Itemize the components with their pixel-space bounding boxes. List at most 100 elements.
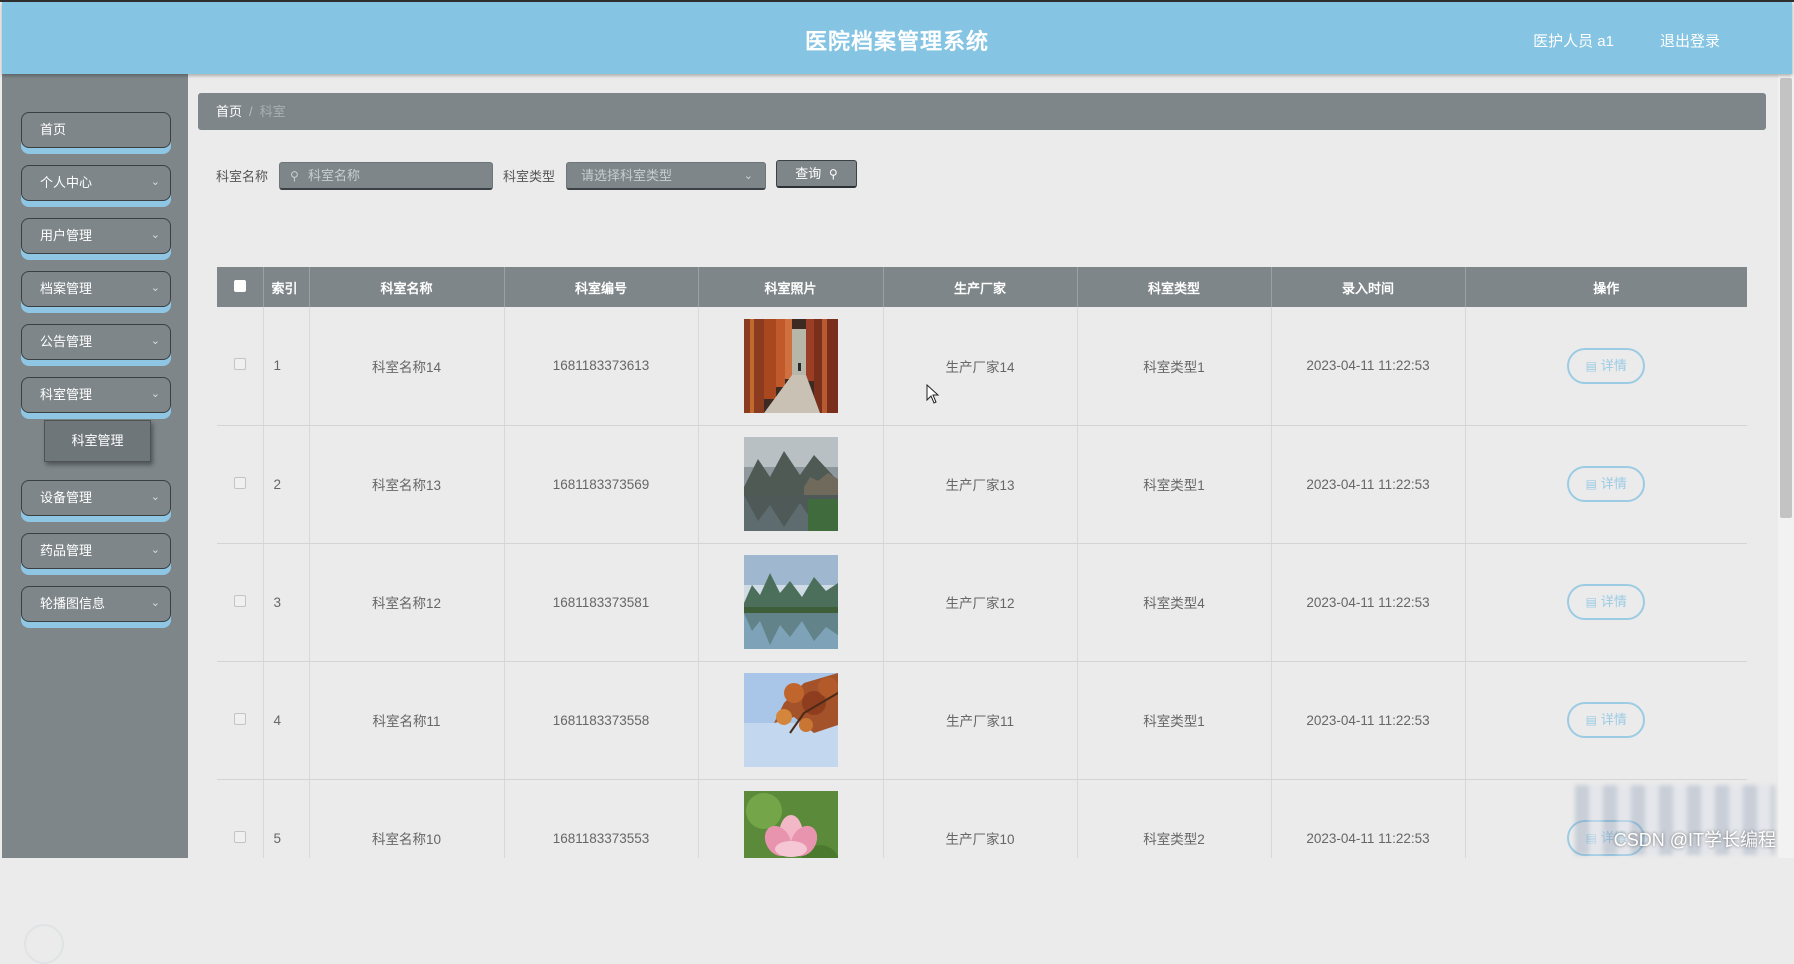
department-type-cell: 科室类型1: [1077, 661, 1272, 780]
action-cell: ▤详情: [1465, 425, 1747, 544]
table-row: 5 科室名称10 1681183373553 生产厂家10 科室类型2 2023…: [217, 779, 1747, 858]
detail-button[interactable]: ▤详情: [1567, 584, 1646, 620]
row-checkbox[interactable]: [233, 594, 246, 607]
row-index: 4: [263, 661, 310, 780]
department-type-cell: 科室类型1: [1077, 307, 1272, 426]
query-button[interactable]: 查询 ⚲: [776, 160, 857, 188]
detail-button-label: 详情: [1600, 712, 1627, 727]
department-photo[interactable]: [743, 318, 838, 413]
column-header: 生产厂家: [883, 267, 1078, 307]
department-photo-cell: [698, 661, 884, 780]
row-checkbox[interactable]: [233, 358, 246, 371]
table-row: 4 科室名称11 1681183373558 生产厂家11 科室类型1 2023…: [217, 661, 1747, 780]
department-name-input[interactable]: ⚲ 科室名称: [279, 162, 493, 190]
department-type-cell: 科室类型4: [1077, 543, 1272, 662]
department-type-select[interactable]: 请选择科室类型 ⌄: [566, 162, 766, 190]
chevron-down-icon: ⌄: [150, 229, 160, 241]
sidebar-item-notice-management[interactable]: 公告管理 ⌄: [21, 324, 171, 360]
manufacturer-cell: 生产厂家10: [883, 779, 1078, 858]
department-name-cell: 科室名称12: [309, 543, 505, 662]
manufacturer-cell: 生产厂家12: [883, 543, 1078, 662]
action-cell: ▤详情: [1465, 307, 1747, 426]
row-select-cell: [217, 307, 264, 426]
sidebar-item-medicine-management[interactable]: 药品管理 ⌄: [21, 533, 171, 569]
document-icon: ▤: [1585, 595, 1597, 609]
row-checkbox[interactable]: [233, 476, 246, 489]
entry-time-cell: 2023-04-11 11:22:53: [1271, 661, 1466, 780]
sidebar-avatar-circle: [24, 924, 64, 964]
department-photo-cell: [698, 543, 884, 662]
sidebar-item-home[interactable]: 首页: [21, 112, 171, 148]
department-name-cell: 科室名称14: [309, 307, 505, 426]
sidebar-item-user-management[interactable]: 用户管理 ⌄: [21, 218, 171, 254]
department-type-label: 科室类型: [503, 169, 556, 184]
breadcrumb-home[interactable]: 首页: [216, 104, 242, 119]
chevron-down-icon: ⌄: [150, 491, 160, 503]
manufacturer-cell: 生产厂家13: [883, 425, 1078, 544]
table-row: 2 科室名称13 1681183373569 生产厂家13 科室类型1 2023…: [217, 425, 1747, 544]
sidebar-item-label: 科室管理: [40, 387, 93, 402]
watermark-text: CSDN @IT学长编程: [1613, 830, 1776, 850]
document-icon: ▤: [1585, 477, 1597, 491]
department-photo[interactable]: [743, 791, 838, 858]
department-name-cell: 科室名称11: [309, 661, 505, 780]
department-type-cell: 科室类型1: [1077, 425, 1272, 544]
table-header-row: 索引 科室名称 科室编号 科室照片 生产厂家 科室类型 录入时间 操作: [217, 267, 1747, 307]
column-header: 索引: [263, 267, 310, 307]
department-table: 索引 科室名称 科室编号 科室照片 生产厂家 科室类型 录入时间 操作 1 科室…: [217, 267, 1747, 858]
row-index: 3: [263, 543, 310, 662]
current-user-label: 医护人员 a1: [1533, 33, 1614, 50]
logout-link[interactable]: 退出登录: [1660, 30, 1720, 51]
top-header: 医院档案管理系统 医护人员 a1 退出登录: [2, 2, 1792, 74]
select-all-checkbox[interactable]: [233, 279, 246, 292]
row-checkbox[interactable]: [233, 830, 246, 843]
detail-button[interactable]: ▤详情: [1567, 347, 1646, 384]
breadcrumb-current: 科室: [259, 104, 286, 119]
department-name-cell: 科室名称10: [309, 779, 505, 858]
sidebar-item-department-management[interactable]: 科室管理 ⌄: [21, 377, 171, 413]
page-scrollbar-thumb[interactable]: [1780, 78, 1792, 518]
sidebar-item-label: 设备管理: [40, 490, 93, 505]
sidebar-item-equipment-management[interactable]: 设备管理 ⌄: [21, 480, 171, 516]
column-header: 录入时间: [1271, 267, 1466, 307]
department-photo[interactable]: [743, 673, 838, 767]
department-photo[interactable]: [743, 437, 838, 531]
detail-button[interactable]: ▤详情: [1567, 702, 1646, 738]
sidebar-item-label: 首页: [40, 122, 67, 137]
chevron-down-icon: ⌄: [150, 597, 160, 609]
sidebar-item-label: 个人中心: [40, 175, 93, 190]
sidebar-item-personal-center[interactable]: 个人中心 ⌄: [21, 165, 171, 201]
table-row: 3 科室名称12 1681183373581 生产厂家12 科室类型4 2023…: [217, 543, 1747, 662]
row-index: 2: [263, 425, 310, 544]
chevron-down-icon: ⌄: [150, 282, 160, 294]
sidebar-item-carousel-info[interactable]: 轮播图信息 ⌄: [21, 586, 171, 622]
breadcrumb-separator: /: [249, 104, 253, 119]
department-photo[interactable]: [743, 555, 838, 649]
action-cell: ▤详情: [1465, 543, 1747, 662]
sidebar-item-label: 用户管理: [40, 228, 93, 243]
breadcrumb: 首页 / 科室: [198, 93, 1766, 130]
department-type-cell: 科室类型2: [1077, 779, 1272, 858]
row-select-cell: [217, 779, 264, 858]
sidebar-item-label: 药品管理: [40, 543, 93, 558]
chevron-down-icon: ⌄: [150, 176, 160, 188]
row-index: 5: [263, 779, 310, 858]
document-icon: ▤: [1585, 713, 1597, 727]
department-code-cell: 1681183373558: [504, 661, 699, 780]
document-icon: ▤: [1585, 358, 1597, 373]
entry-time-cell: 2023-04-11 11:22:53: [1271, 779, 1466, 858]
department-name-label: 科室名称: [216, 169, 269, 184]
chevron-up-icon: ⌄: [150, 388, 160, 400]
department-code-cell: 1681183373581: [504, 543, 699, 662]
entry-time-cell: 2023-04-11 11:22:53: [1271, 307, 1466, 426]
row-select-cell: [217, 425, 264, 544]
submenu-item-department-management[interactable]: 科室管理: [44, 420, 151, 462]
sidebar-item-archive-management[interactable]: 档案管理 ⌄: [21, 271, 171, 307]
row-checkbox[interactable]: [233, 712, 246, 725]
entry-time-cell: 2023-04-11 11:22:53: [1271, 543, 1466, 662]
detail-button-label: 详情: [1600, 476, 1627, 491]
department-type-placeholder: 请选择科室类型: [581, 168, 673, 183]
detail-button[interactable]: ▤详情: [1567, 466, 1646, 502]
row-select-cell: [217, 543, 264, 662]
column-header: 科室名称: [309, 267, 505, 307]
